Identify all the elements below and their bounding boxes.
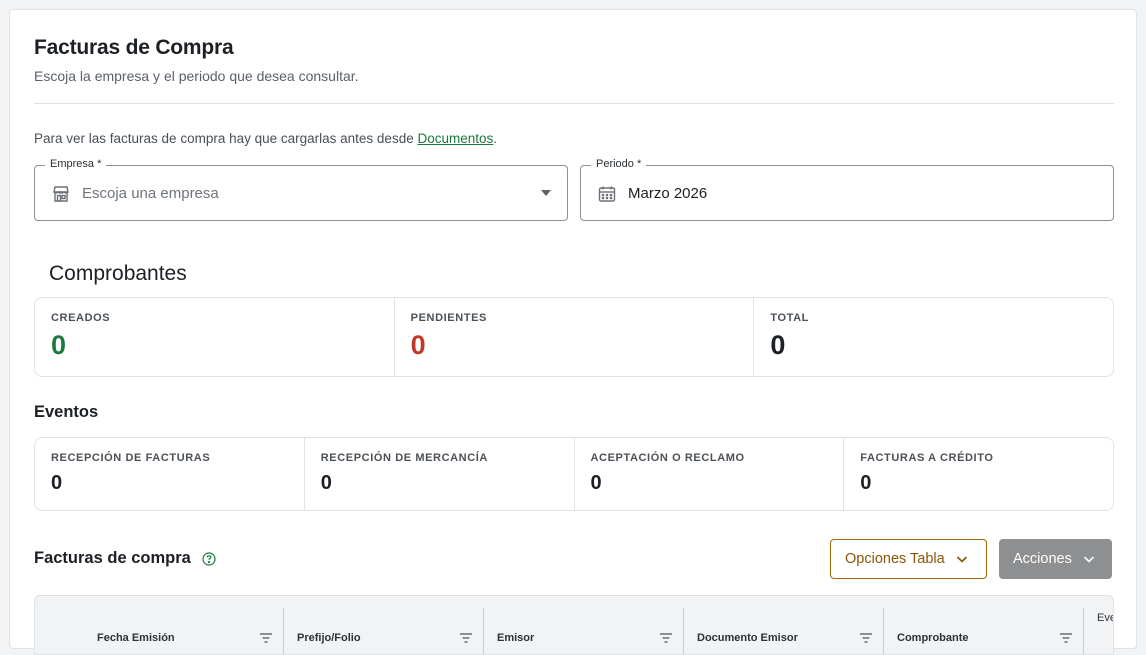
column-header[interactable]: Documento Emisor — [697, 632, 798, 644]
stat-recepcion-mercancia: RECEPCIÓN DE MERCANCÍA 0 — [305, 438, 575, 510]
column-separator[interactable] — [483, 608, 484, 654]
calendar-icon — [598, 186, 616, 202]
column-header[interactable]: Comprobante — [897, 632, 969, 644]
chevron-down-icon — [956, 556, 967, 563]
periodo-picker[interactable]: Periodo * Marzo 2026 — [580, 158, 1114, 221]
divider — [34, 103, 1114, 104]
stat-label: ACEPTACIÓN O RECLAMO — [590, 452, 745, 464]
column-separator[interactable] — [883, 608, 884, 654]
empresa-placeholder: Escoja una empresa — [82, 185, 219, 202]
column-separator[interactable] — [283, 608, 284, 654]
periodo-label: Periodo * — [591, 158, 647, 170]
stat-label: TOTAL — [770, 312, 809, 324]
notice-suffix: . — [493, 131, 498, 146]
stat-value: 0 — [590, 472, 602, 494]
column-header[interactable]: Fecha Emisión — [97, 632, 175, 644]
eventos-stats: RECEPCIÓN DE FACTURAS 0 RECEPCIÓN DE MER… — [34, 437, 1114, 511]
stat-value: 0 — [410, 330, 426, 360]
notice-text: Para ver las facturas de compra hay que … — [34, 131, 418, 146]
actions-button[interactable]: Acciones — [999, 539, 1112, 579]
invoices-table: Fecha Emisión Prefijo/Folio Emisor Docum… — [34, 595, 1114, 655]
dropdown-arrow-icon[interactable] — [541, 190, 551, 196]
periodo-value: Marzo 2026 — [628, 185, 708, 202]
column-header[interactable]: Eve — [1097, 612, 1113, 624]
stat-value: 0 — [770, 330, 786, 360]
column-separator[interactable] — [683, 608, 684, 654]
eventos-title: Eventos — [34, 403, 99, 421]
comprobantes-title: Comprobantes — [49, 262, 187, 285]
comprobantes-stats: CREADOS 0 PENDIENTES 0 TOTAL 0 — [34, 297, 1114, 377]
load-notice: Para ver las facturas de compra hay que … — [34, 131, 497, 146]
table-title: Facturas de compra — [34, 549, 191, 567]
stat-facturas-credito: FACTURAS A CRÉDITO 0 — [844, 438, 1113, 510]
filter-icon[interactable] — [1059, 633, 1073, 643]
empresa-label: Empresa * — [45, 158, 107, 170]
empresa-select[interactable]: Empresa * Escoja una empresa — [34, 158, 568, 221]
filter-icon[interactable] — [659, 633, 673, 643]
stat-creados: CREADOS 0 — [35, 298, 395, 376]
filter-icon[interactable] — [859, 633, 873, 643]
main-card: Facturas de Compra Escoja la empresa y e… — [9, 9, 1137, 655]
filter-icon[interactable] — [259, 633, 273, 643]
stat-label: CREADOS — [51, 312, 111, 324]
filter-icon[interactable] — [459, 633, 473, 643]
page-title: Facturas de Compra — [34, 36, 234, 59]
stat-value: 0 — [860, 472, 872, 494]
stat-label: FACTURAS A CRÉDITO — [860, 452, 994, 464]
stat-label: RECEPCIÓN DE MERCANCÍA — [320, 452, 488, 464]
stat-value: 0 — [51, 330, 67, 360]
stat-recepcion-facturas: RECEPCIÓN DE FACTURAS 0 — [35, 438, 305, 510]
table-options-button[interactable]: Opciones Tabla — [830, 539, 987, 579]
stat-value: 0 — [320, 472, 332, 494]
page-subtitle: Escoja la empresa y el periodo que desea… — [34, 68, 359, 84]
column-header[interactable]: Prefijo/Folio — [297, 632, 361, 644]
help-icon[interactable] — [202, 552, 216, 566]
stat-label: RECEPCIÓN DE FACTURAS — [51, 452, 211, 464]
column-separator[interactable] — [1083, 608, 1084, 654]
stat-label: PENDIENTES — [410, 312, 487, 324]
stat-pendientes: PENDIENTES 0 — [395, 298, 755, 376]
actions-label: Acciones — [1013, 551, 1072, 567]
stat-total: TOTAL 0 — [754, 298, 1113, 376]
stat-value: 0 — [51, 472, 63, 494]
store-icon — [53, 186, 69, 202]
stat-aceptacion-reclamo: ACEPTACIÓN O RECLAMO 0 — [575, 438, 845, 510]
chevron-down-icon — [1083, 556, 1094, 563]
table-options-label: Opciones Tabla — [845, 551, 945, 567]
column-header[interactable]: Emisor — [497, 632, 534, 644]
documentos-link[interactable]: Documentos — [417, 131, 493, 146]
